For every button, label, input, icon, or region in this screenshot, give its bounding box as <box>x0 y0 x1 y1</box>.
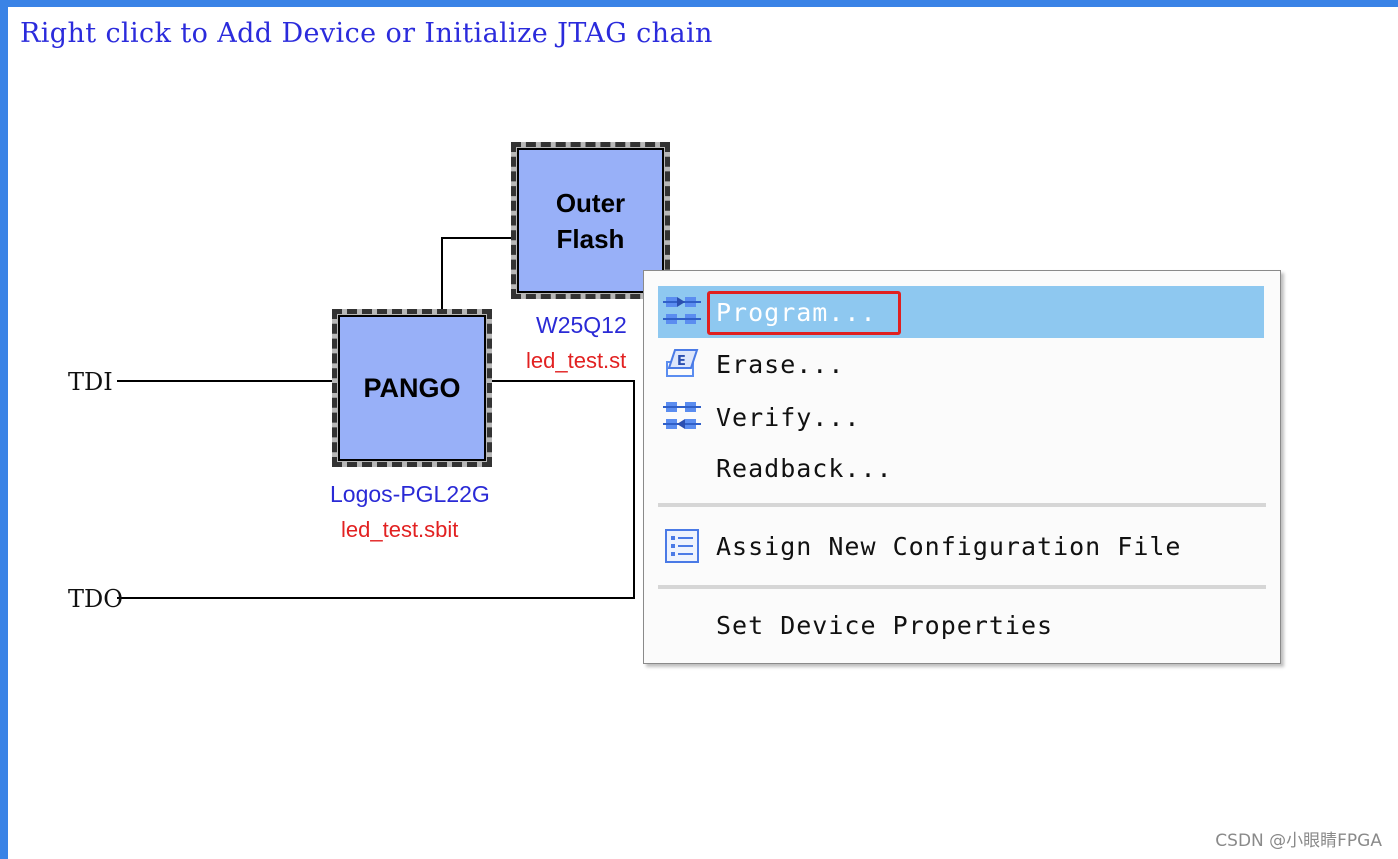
menu-item-set-device-properties[interactable]: Set Device Properties <box>658 599 1264 651</box>
menu-separator <box>658 503 1266 507</box>
tdo-return-wire <box>486 380 635 382</box>
tdo-label: TDO <box>68 585 123 613</box>
highlight-annotation-box <box>707 291 901 335</box>
program-icon <box>662 292 702 332</box>
verify-icon <box>662 397 702 437</box>
menu-item-label: Set Device Properties <box>716 610 1054 640</box>
erase-icon: E <box>662 344 702 384</box>
device-context-menu: Program... E Erase... Verify... Readback… <box>643 270 1281 664</box>
flash-device-name: W25Q12 <box>536 312 627 338</box>
flash-device-file: led_test.st <box>526 348 627 373</box>
menu-item-label: Erase... <box>716 349 845 379</box>
fpga-device-file: led_test.sbit <box>341 517 459 542</box>
flash-device-chip[interactable]: Outer Flash <box>511 142 670 299</box>
menu-item-label: Readback... <box>716 453 893 483</box>
list-icon <box>662 526 702 566</box>
menu-item-readback[interactable]: Readback... <box>658 442 1264 494</box>
menu-item-assign-config-file[interactable]: Assign New Configuration File <box>658 520 1264 572</box>
menu-separator <box>658 585 1266 589</box>
menu-item-verify[interactable]: Verify... <box>658 391 1264 443</box>
tdi-wire <box>117 380 339 382</box>
tdo-wire <box>117 597 635 599</box>
flash-link-vertical-wire <box>441 237 443 315</box>
chip-label: PANGO <box>363 372 461 403</box>
fpga-device-name: Logos-PGL22G <box>330 481 490 507</box>
chip-label: Flash <box>556 223 625 254</box>
menu-item-erase[interactable]: E Erase... <box>658 338 1264 390</box>
flash-link-horizontal-wire <box>441 237 519 239</box>
canvas-hint-text: Right click to Add Device or Initialize … <box>20 18 713 49</box>
svg-text:E: E <box>677 354 686 369</box>
tdi-label: TDI <box>68 368 113 396</box>
watermark: CSDN @小眼睛FPGA <box>1215 831 1382 851</box>
chip-label: Outer <box>555 187 626 218</box>
tdo-vertical-wire <box>633 380 635 599</box>
menu-item-label: Verify... <box>716 402 861 432</box>
fpga-device-chip[interactable]: PANGO <box>332 309 492 467</box>
menu-item-label: Assign New Configuration File <box>716 531 1182 561</box>
